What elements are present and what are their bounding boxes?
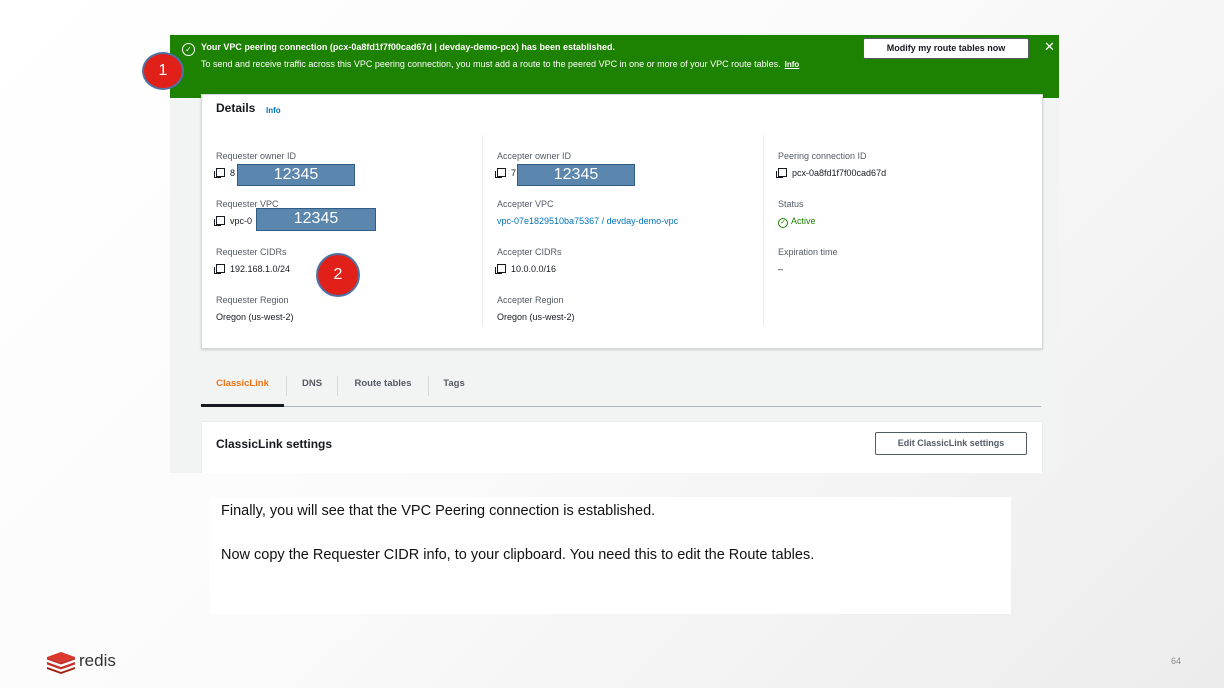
logo-text: redis [79,651,116,670]
banner-description-text: To send and receive traffic across this … [201,59,781,69]
requester-cidrs-text: 192.168.1.0/24 [230,264,291,274]
tab-classiclink[interactable]: ClassicLink [201,368,284,407]
requester-region-value: Oregon (us-west-2) [216,312,294,322]
status-value: ✓ Active [778,216,816,228]
close-icon[interactable]: ✕ [1044,39,1055,55]
status-label: Status [778,199,804,209]
step-marker: 2 [316,253,360,297]
tab-tags[interactable]: Tags [429,368,479,404]
column-divider [482,135,483,325]
caption-line: Finally, you will see that the VPC Peeri… [221,503,656,519]
accepter-vpc-label: Accepter VPC [497,199,554,209]
caption-line: Now copy the Requester CIDR info, to you… [221,547,815,563]
details-heading: Details [216,101,256,115]
copy-icon[interactable] [214,264,225,274]
copy-icon[interactable] [776,168,787,178]
copy-icon[interactable] [495,264,506,274]
banner-description: To send and receive traffic across this … [201,57,851,72]
expiration-time-value: – [778,264,784,274]
requester-cidrs-value: 192.168.1.0/24 [214,264,291,274]
requester-region-label: Requester Region [216,295,289,305]
redaction-box: 12345 [237,164,355,186]
accepter-owner-id-value: 7 [495,168,517,178]
copy-icon[interactable] [214,168,225,178]
requester-owner-id-label: Requester owner ID [216,151,297,161]
accepter-owner-id-label: Accepter owner ID [497,151,572,161]
column-divider [763,135,764,325]
peering-connection-id-value: pcx-0a8fd1f7f00cad67d [776,168,887,178]
check-circle-icon: ✓ [182,43,195,56]
requester-vpc-value: vpc-0 [214,216,253,226]
expiration-time-label: Expiration time [778,247,838,257]
accepter-region-label: Accepter Region [497,295,564,305]
requester-owner-id-value: 8 [214,168,236,178]
banner-info-link[interactable]: Info [785,60,800,69]
edit-classiclink-settings-button[interactable]: Edit ClassicLink settings [875,432,1027,455]
accepter-region-value: Oregon (us-west-2) [497,312,575,322]
modify-route-tables-button[interactable]: Modify my route tables now [863,38,1029,59]
status-text: Active [791,216,816,226]
redaction-box: 12345 [256,208,376,231]
requester-owner-id-text: 8 [230,168,236,178]
copy-icon[interactable] [214,216,225,226]
copy-icon[interactable] [495,168,506,178]
accepter-owner-id-text: 7 [511,168,517,178]
success-flash-banner: ✓ Your VPC peering connection (pcx-0a8fd… [170,35,1059,98]
tab-route-tables[interactable]: Route tables [338,368,428,404]
accepter-cidrs-value: 10.0.0.0/16 [495,264,557,274]
details-info-link[interactable]: Info [266,106,281,115]
peering-connection-id-label: Peering connection ID [778,151,867,161]
redaction-box: 12345 [517,164,635,186]
tab-bar: ClassicLink DNS Route tables Tags [201,368,1041,407]
caption-box: Finally, you will see that the VPC Peeri… [210,497,1011,614]
classiclink-settings-panel: ClassicLink settings Edit ClassicLink se… [201,421,1043,473]
banner-title: Your VPC peering connection (pcx-0a8fd1f… [201,42,615,52]
check-circle-icon: ✓ [778,218,788,228]
page-number: 64 [1171,656,1182,666]
accepter-cidrs-label: Accepter CIDRs [497,247,562,257]
peering-connection-id-text: pcx-0a8fd1f7f00cad67d [792,168,887,178]
classiclink-settings-title: ClassicLink settings [216,437,333,451]
accepter-vpc-link[interactable]: vpc-07e1829510ba75367 / devday-demo-vpc [497,216,678,226]
tab-dns[interactable]: DNS [287,368,337,404]
aws-console-screenshot: ✓ Your VPC peering connection (pcx-0a8fd… [170,35,1059,473]
requester-cidrs-label: Requester CIDRs [216,247,287,257]
requester-vpc-text: vpc-0 [230,216,253,226]
step-marker: 1 [142,52,184,90]
accepter-cidrs-text: 10.0.0.0/16 [511,264,557,274]
